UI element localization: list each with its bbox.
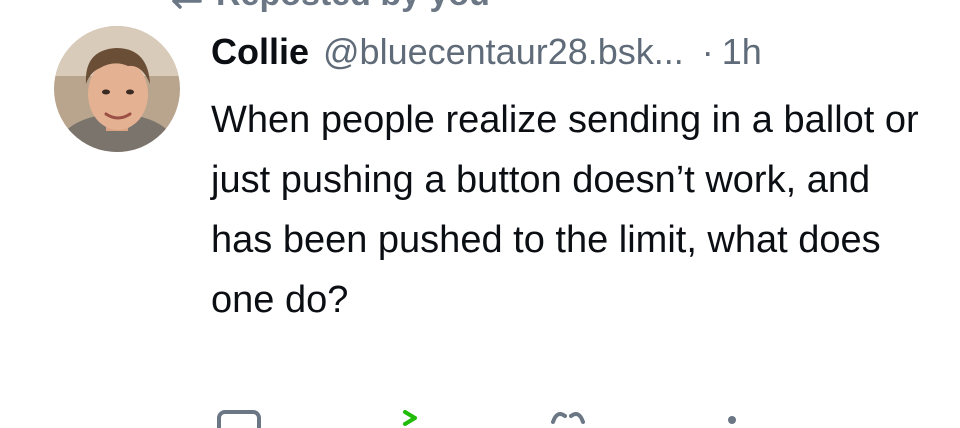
repost-button[interactable]: [397, 408, 427, 428]
like-button[interactable]: [549, 408, 589, 428]
author-name[interactable]: Collie: [211, 28, 309, 76]
author-handle[interactable]: @bluecentaur28.bsk...: [323, 28, 684, 76]
post-actions: [211, 408, 771, 428]
more-button[interactable]: [719, 408, 745, 428]
repost-icon: [172, 0, 202, 9]
repost-label: Reposted by you: [216, 0, 490, 14]
reply-button[interactable]: [217, 408, 261, 428]
avatar[interactable]: [54, 26, 180, 152]
repost-icon: [403, 410, 417, 426]
separator: ·: [701, 31, 714, 72]
post-header: Collie @bluecentaur28.bsk... · 1h: [211, 28, 931, 76]
avatar-image: [54, 26, 180, 152]
more-icon: [728, 416, 736, 424]
timestamp[interactable]: 1h: [722, 28, 762, 76]
repost-indicator[interactable]: Reposted by you: [168, 0, 490, 14]
reply-icon: [217, 410, 261, 428]
like-icon: [551, 412, 585, 424]
post[interactable]: Collie @bluecentaur28.bsk... · 1h When p…: [211, 28, 931, 330]
post-text: When people realize sending in a ballot …: [211, 99, 919, 321]
